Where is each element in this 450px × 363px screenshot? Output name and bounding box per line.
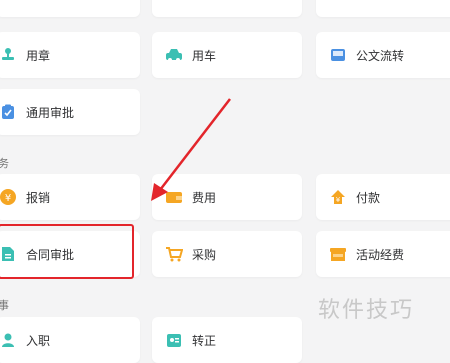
watermark-text: 软件技巧 — [318, 298, 415, 323]
